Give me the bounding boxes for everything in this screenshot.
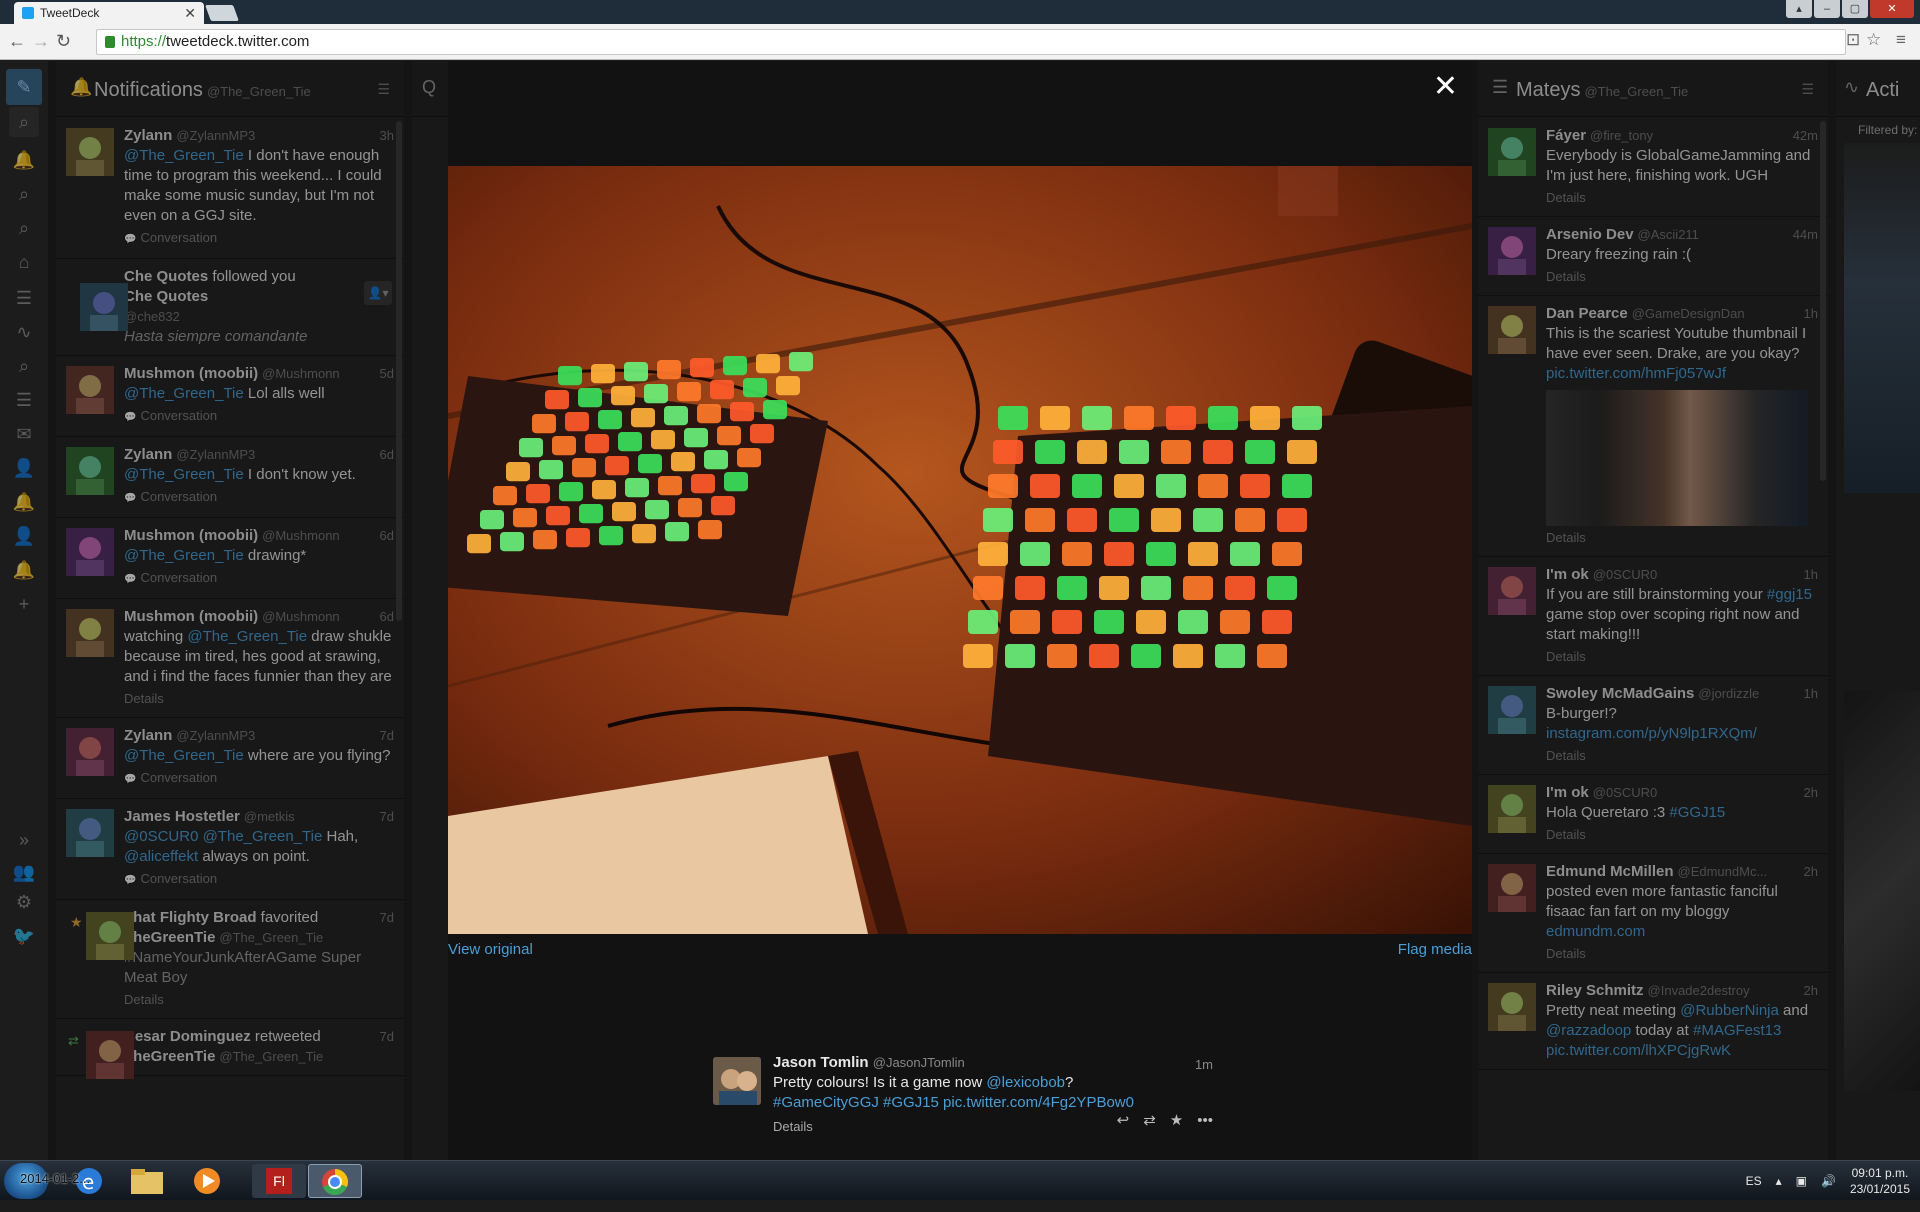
flag-media-link[interactable]: Flag media: [1398, 941, 1472, 958]
user-icon[interactable]: ▴: [1786, 0, 1812, 18]
hashtags-link[interactable]: #GameCityGGJ #GGJ15 pic.twitter.com/4Fg2…: [773, 1094, 1134, 1111]
volume-icon[interactable]: 🔊: [1821, 1174, 1836, 1188]
translate-icon[interactable]: ⊡: [1846, 30, 1860, 50]
tweet-text-part: ?: [1065, 1074, 1074, 1091]
language-indicator[interactable]: ES: [1746, 1174, 1762, 1188]
tab-close-icon[interactable]: ✕: [184, 2, 196, 24]
maximize-button[interactable]: ▢: [1842, 0, 1868, 18]
back-icon[interactable]: ←: [8, 31, 26, 52]
flash-app-icon[interactable]: Fl: [252, 1164, 306, 1198]
close-icon[interactable]: ✕: [1433, 69, 1458, 104]
desktop-overlay-text: 2014-01-2...: [20, 1171, 91, 1186]
url-scheme: https://: [121, 33, 167, 50]
media-modal: ✕ View original Flag media Jason Tomlin …: [448, 61, 1472, 1160]
tweet-author-handle[interactable]: @JasonJTomlin: [873, 1055, 965, 1070]
reload-icon[interactable]: ↻: [56, 31, 71, 52]
new-tab-button[interactable]: [205, 5, 239, 21]
address-bar[interactable]: https://tweetdeck.twitter.com: [96, 29, 1846, 55]
show-hidden-icons-icon[interactable]: ▴: [1776, 1174, 1782, 1188]
more-icon[interactable]: •••: [1197, 1111, 1213, 1131]
url-host: tweetdeck.twitter.com: [166, 33, 310, 50]
folder-icon[interactable]: [120, 1164, 174, 1198]
clock[interactable]: 09:01 p.m. 23/01/2015: [1850, 1165, 1910, 1197]
tweet-text: Pretty colours! Is it a game now @lexico…: [773, 1073, 1213, 1113]
bookmark-star-icon[interactable]: ☆: [1866, 30, 1881, 50]
window-controls: ▴ – ▢ ✕: [1786, 0, 1914, 18]
tab-title: TweetDeck: [40, 6, 100, 20]
avatar[interactable]: [713, 1057, 761, 1105]
browser-tab-strip: TweetDeck ✕ ▴ – ▢ ✕: [0, 0, 1920, 24]
network-icon[interactable]: ▣: [1796, 1174, 1807, 1188]
window-close-button[interactable]: ✕: [1870, 0, 1914, 18]
tweet-time[interactable]: 1m: [1195, 1055, 1213, 1075]
windows-taskbar: e Fl 2014-01-2... ES ▴ ▣ 🔊 09:01 p.m. 23…: [0, 1160, 1920, 1200]
browser-tab[interactable]: TweetDeck ✕: [14, 2, 204, 24]
forward-icon[interactable]: →: [32, 31, 50, 52]
reply-icon[interactable]: ↩: [1117, 1111, 1130, 1131]
system-tray: ES ▴ ▣ 🔊 09:01 p.m. 23/01/2015: [1746, 1161, 1910, 1201]
lock-icon: [105, 36, 115, 48]
tweet-actions: ↩ ⇄ ★ •••: [1117, 1111, 1213, 1131]
tweet-text-part: Pretty colours! Is it a game now: [773, 1074, 987, 1091]
clock-date: 23/01/2015: [1849, 1182, 1910, 1196]
browser-toolbar: ← → ↻ https://tweetdeck.twitter.com ⊡ ☆ …: [0, 24, 1920, 60]
clock-time: 09:01 p.m.: [1851, 1166, 1909, 1180]
retweet-icon[interactable]: ⇄: [1143, 1111, 1156, 1131]
view-original-link[interactable]: View original: [448, 941, 533, 958]
tweetdeck-favicon-icon: [22, 7, 34, 19]
media-tweet: Jason Tomlin @JasonJTomlin 1m Pretty col…: [713, 1053, 1213, 1137]
media-player-icon[interactable]: [180, 1164, 234, 1198]
favorite-icon[interactable]: ★: [1170, 1111, 1183, 1131]
minimize-button[interactable]: –: [1814, 0, 1840, 18]
menu-icon[interactable]: ≡: [1896, 30, 1906, 50]
media-image: [448, 166, 1472, 934]
mention-link[interactable]: @lexicobob: [986, 1074, 1065, 1091]
chrome-icon[interactable]: [308, 1164, 362, 1198]
tweet-author-name[interactable]: Jason Tomlin: [773, 1054, 869, 1071]
